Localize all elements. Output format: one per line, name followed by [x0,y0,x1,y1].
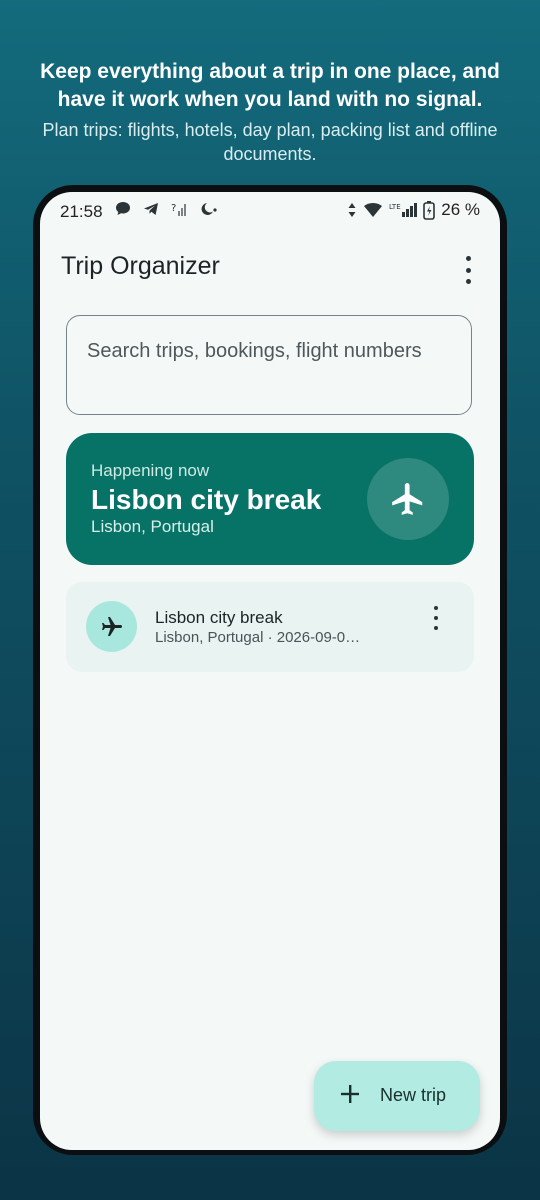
trip-title: Lisbon city break [155,608,283,627]
promo-banner: Keep everything about a trip in one plac… [0,58,540,166]
hero-kicker: Happening now [91,461,210,480]
airplane-icon [86,601,137,652]
new-trip-button[interactable]: New trip [314,1061,480,1131]
new-trip-label: New trip [380,1085,447,1105]
status-bar: 21:58 ? LTE 26 % [40,192,500,230]
telegram-icon [144,203,158,215]
status-time: 21:58 [60,202,103,221]
trip-subtitle: Lisbon, Portugal · 2026-09-0… [155,629,361,646]
promo-headline: Keep everything about a trip in one plac… [40,60,500,111]
battery-percent: 26 % [441,200,480,219]
status-left-icons: ? [114,200,218,218]
airplane-icon [367,458,449,540]
plus-icon [341,1085,359,1103]
hero-title: Lisbon city break [91,484,322,515]
hero-location: Lisbon, Portugal [91,517,214,536]
trip-overflow-menu-icon[interactable] [430,606,442,630]
promo-subhead: Plan trips: flights, hotels, day plan, p… [42,120,498,164]
current-trip-card[interactable]: Happening now Lisbon city break Lisbon, … [66,433,474,565]
data-arrows-icon [348,203,356,217]
page-title: Trip Organizer [61,252,220,280]
moon-icon [201,203,217,215]
wifi-icon [364,203,383,217]
signal-off-icon: ? [171,203,186,216]
search-input[interactable]: Search trips, bookings, flight numbers [66,315,472,415]
chat-icon [116,202,130,215]
overflow-menu-icon[interactable] [460,256,476,284]
svg-text:?: ? [171,203,176,214]
app-screen: 21:58 ? LTE 26 % Trip Organizer Search t… [40,192,500,1150]
svg-text:LTE: LTE [389,203,401,211]
cell-signal-icon: LTE [389,203,418,217]
list-item[interactable]: Lisbon city break Lisbon, Portugal · 202… [66,582,474,672]
status-right-icons: LTE 26 % [347,200,480,220]
battery-icon [423,201,436,220]
